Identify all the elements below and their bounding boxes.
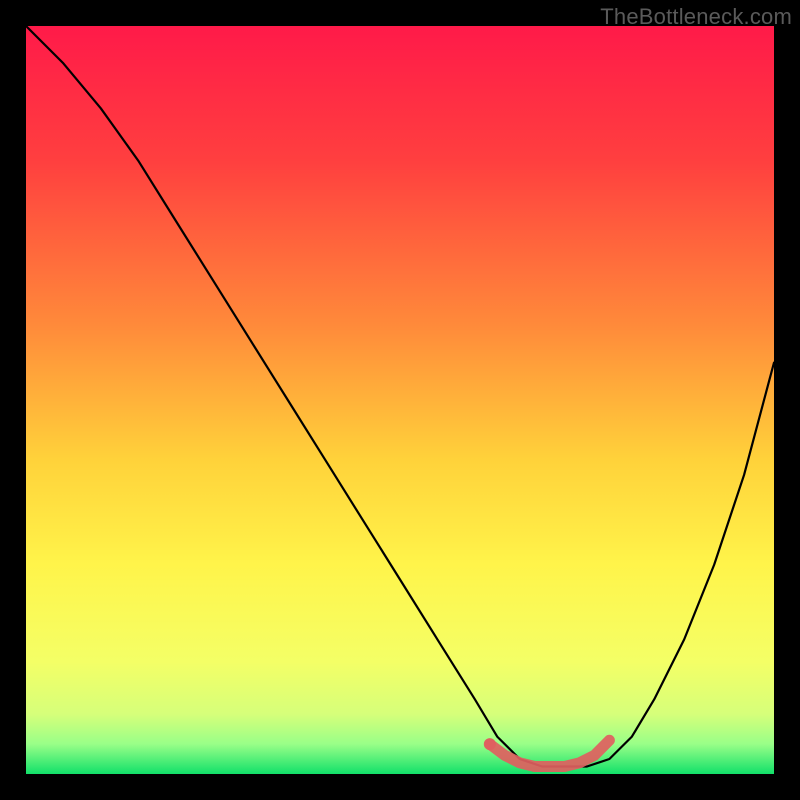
- watermark-text: TheBottleneck.com: [600, 4, 792, 30]
- chart-svg: [26, 26, 774, 774]
- plot-area: [26, 26, 774, 774]
- chart-frame: TheBottleneck.com: [0, 0, 800, 800]
